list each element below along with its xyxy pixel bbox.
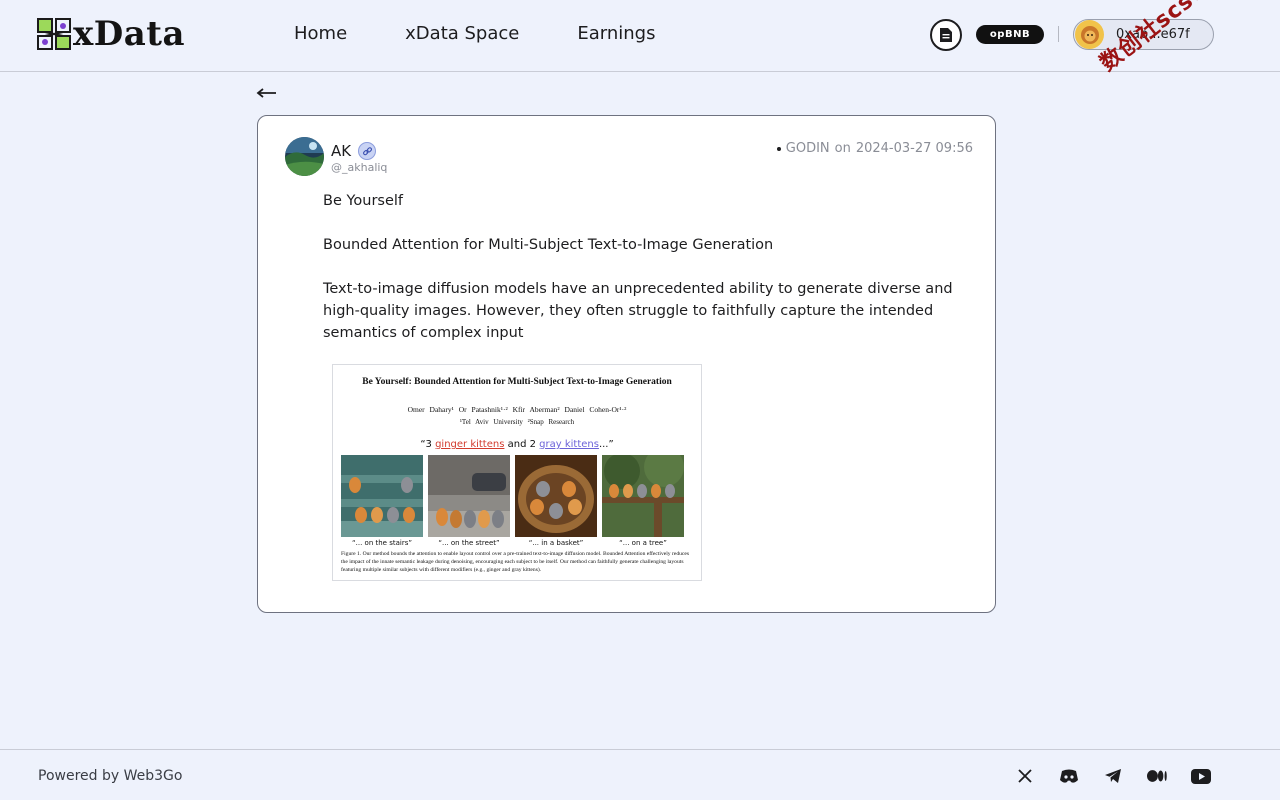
youtube-icon [1191, 768, 1211, 784]
main-nav: Home xData Space Earnings [294, 22, 713, 46]
medium-link[interactable] [1147, 767, 1167, 785]
youtube-link[interactable] [1191, 767, 1211, 785]
chain-selector[interactable]: opBNB [976, 25, 1044, 44]
paper-authors: Omer Dahary¹ Or Patashnik¹·² Kfir Aberma… [407, 405, 627, 414]
back-button[interactable] [256, 82, 278, 104]
post-body: Be Yourself Bounded Attention for Multi-… [323, 190, 968, 366]
discord-icon [1060, 769, 1078, 783]
header-divider [1058, 26, 1059, 42]
document-icon [940, 28, 952, 42]
author-name[interactable]: AK [331, 142, 351, 160]
nav-earnings[interactable]: Earnings [577, 22, 655, 46]
bullet-dot [776, 146, 781, 151]
panel-caption: “... on the street” [438, 539, 500, 547]
kittens-street-image [428, 455, 510, 537]
telegram-link[interactable] [1103, 767, 1123, 785]
x-twitter-link[interactable] [1015, 767, 1035, 785]
link-icon [362, 146, 372, 155]
lion-avatar-icon [1080, 25, 1099, 44]
post-date-prefix: on [834, 141, 851, 156]
post-paragraph: Text-to-image diffusion models have an u… [323, 281, 953, 341]
post-attached-image[interactable]: Be Yourself: Bounded Attention for Multi… [332, 364, 702, 581]
paper-title: Be Yourself: Bounded Attention for Multi… [362, 377, 672, 387]
kittens-tree-image [602, 455, 684, 537]
arrow-left-icon [256, 88, 276, 98]
page-footer: Powered by Web3Go [0, 749, 1280, 800]
paper-image-panels [341, 455, 684, 537]
paper-prompt: “3 ginger kittens and 2 gray kittens...” [420, 439, 614, 450]
nav-xdata-space[interactable]: xData Space [405, 22, 519, 46]
paper-panel-captions: “... on the stairs” “... on the street” … [341, 539, 684, 547]
verified-link-icon[interactable] [358, 142, 376, 160]
post-timestamp: 2024-03-27 09:56 [855, 141, 973, 156]
kittens-basket-image [515, 455, 597, 537]
post-meta: GODIN on 2024-03-27 09:56 [776, 141, 973, 156]
social-links [1015, 767, 1211, 785]
paper-figure-caption: Figure 1. Our method bounds the attentio… [341, 551, 690, 573]
post-source: GODIN [785, 141, 830, 156]
post-card: AK @_akhaliq GODIN on 2024-03-27 09:56 B… [257, 115, 996, 613]
brand-name: xData [73, 14, 186, 54]
nav-home[interactable]: Home [294, 22, 347, 46]
author-avatar[interactable] [285, 137, 324, 176]
kittens-stairs-image [341, 455, 423, 537]
x-icon [1018, 769, 1032, 783]
medium-icon [1147, 770, 1167, 782]
powered-by-text: Powered by Web3Go [38, 768, 183, 784]
paper-affiliations: ¹Tel Aviv University ²Snap Research [459, 418, 575, 426]
document-button[interactable] [930, 19, 962, 51]
discord-link[interactable] [1059, 767, 1079, 785]
author-handle: @_akhaliq [331, 161, 388, 174]
landscape-avatar-image [285, 137, 324, 176]
brand-logo[interactable]: xData [37, 16, 185, 52]
top-header: xData Home xData Space Earnings opBNB 0x… [0, 0, 1280, 76]
panel-caption: “... in a basket” [528, 539, 584, 547]
panel-caption: “... on a tree” [619, 539, 667, 547]
xdata-logo-icon [37, 18, 71, 50]
telegram-icon [1105, 769, 1121, 783]
post-paragraph: Be Yourself [323, 193, 404, 209]
post-paragraph: Bounded Attention for Multi-Subject Text… [323, 237, 774, 253]
panel-caption: “... on the stairs” [352, 539, 412, 547]
